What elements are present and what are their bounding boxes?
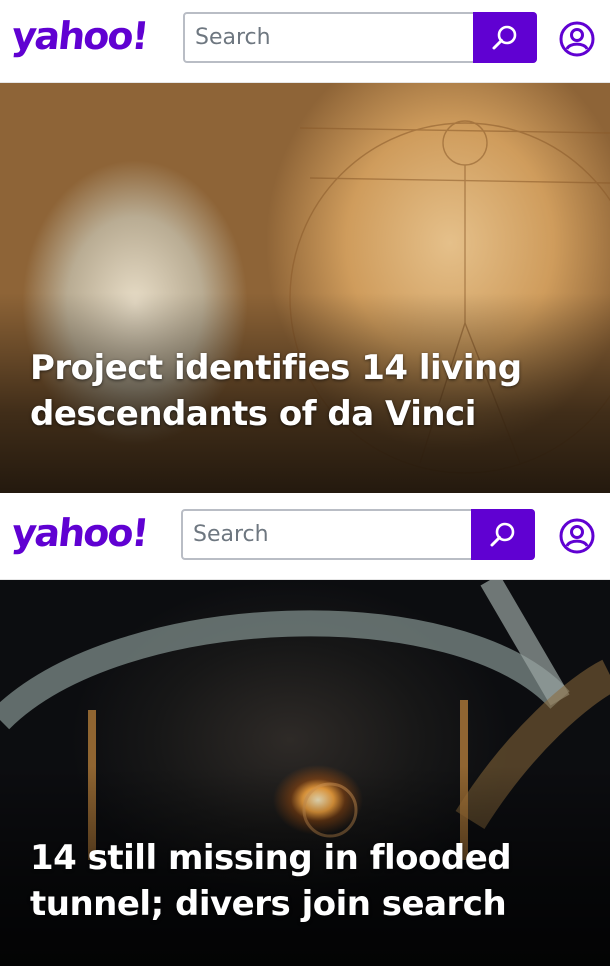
screen-panel-1: yahoo! Search Project identifies 14 livi…: [0, 0, 610, 493]
search-input[interactable]: [183, 511, 471, 558]
search-input[interactable]: [185, 14, 473, 61]
hero-story-card[interactable]: Project identifies 14 living descendants…: [0, 83, 610, 493]
profile-button[interactable]: [557, 516, 597, 556]
profile-icon: [559, 518, 595, 554]
screen-panel-2: yahoo! Search 14 still missing in floode…: [0, 497, 610, 966]
header: yahoo!: [0, 497, 610, 580]
header: yahoo!: [0, 0, 610, 83]
yahoo-logo[interactable]: yahoo!: [10, 14, 150, 58]
story-headline[interactable]: 14 still missing in flooded tunnel; dive…: [30, 835, 590, 927]
search-button[interactable]: [471, 509, 535, 560]
search-icon: [492, 25, 517, 49]
story-headline[interactable]: Project identifies 14 living descendants…: [30, 345, 590, 437]
search-bar: [183, 12, 537, 63]
search-bar: [181, 509, 535, 560]
search-icon: [490, 522, 515, 546]
yahoo-logo[interactable]: yahoo!: [10, 511, 150, 555]
profile-icon: [559, 21, 595, 57]
profile-button[interactable]: [557, 19, 597, 59]
hero-story-card[interactable]: 14 still missing in flooded tunnel; dive…: [0, 580, 610, 966]
search-button[interactable]: [473, 12, 537, 63]
